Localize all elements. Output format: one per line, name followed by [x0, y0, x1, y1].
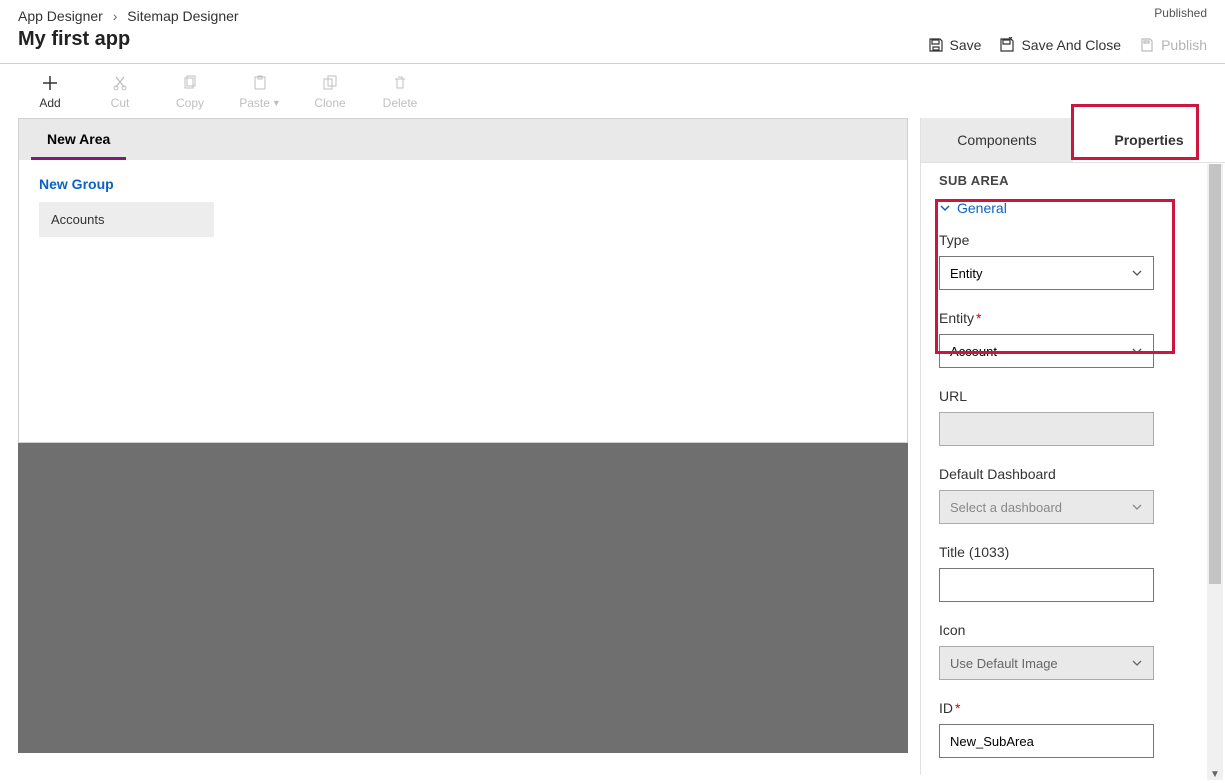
tab-properties[interactable]: Properties	[1073, 118, 1225, 162]
icon-value: Use Default Image	[950, 656, 1058, 671]
scroll-down-icon[interactable]: ▼	[1207, 766, 1223, 782]
toolbar: Add Cut Copy Paste▼ Clone Delete	[0, 64, 1225, 118]
id-input[interactable]	[939, 724, 1154, 758]
entity-value: Account	[950, 344, 997, 359]
panel-title: SUB AREA	[939, 173, 1207, 188]
sitemap-canvas: New Area New Group Accounts	[18, 118, 908, 443]
entity-select[interactable]: Account	[939, 334, 1154, 368]
group-title[interactable]: New Group	[39, 176, 887, 192]
paste-button: Paste▼	[240, 74, 280, 110]
url-label: URL	[939, 388, 1207, 404]
id-label: ID*	[939, 700, 1207, 716]
delete-button: Delete	[380, 74, 420, 110]
chevron-down-icon	[939, 202, 951, 214]
required-marker: *	[976, 310, 981, 326]
copy-icon	[181, 74, 199, 92]
cut-button: Cut	[100, 74, 140, 110]
type-select[interactable]: Entity	[939, 256, 1154, 290]
save-close-icon	[999, 37, 1015, 53]
paste-icon	[251, 74, 269, 92]
type-label: Type	[939, 232, 1207, 248]
add-button[interactable]: Add	[30, 74, 70, 110]
save-button[interactable]: Save	[928, 37, 982, 53]
status-label: Published	[1154, 6, 1207, 20]
main: New Area New Group Accounts Components P…	[0, 118, 1225, 775]
add-label: Add	[39, 96, 60, 110]
field-type: Type Entity	[939, 232, 1207, 290]
clone-label: Clone	[314, 96, 345, 110]
dashboard-select: Select a dashboard	[939, 490, 1154, 524]
area-tab[interactable]: New Area	[31, 119, 126, 160]
entity-label: Entity*	[939, 310, 1207, 326]
title-input[interactable]	[939, 568, 1154, 602]
title-text[interactable]	[950, 578, 1143, 593]
scrollbar-thumb[interactable]	[1209, 164, 1221, 584]
publish-icon	[1139, 37, 1155, 53]
copy-button: Copy	[170, 74, 210, 110]
canvas-empty-area	[18, 443, 908, 753]
paste-label: Paste	[239, 96, 270, 110]
field-url: URL	[939, 388, 1207, 446]
dashboard-label: Default Dashboard	[939, 466, 1207, 482]
cut-label: Cut	[111, 96, 130, 110]
breadcrumb-current: Sitemap Designer	[127, 8, 238, 24]
side-tabs: Components Properties	[921, 118, 1225, 163]
chevron-down-icon: ▼	[272, 98, 281, 108]
breadcrumb-separator-icon: ›	[113, 8, 118, 24]
scissors-icon	[111, 74, 129, 92]
chevron-down-icon	[1131, 267, 1143, 279]
subarea-item[interactable]: Accounts	[39, 202, 214, 237]
area-bar: New Area	[19, 119, 907, 160]
save-close-label: Save And Close	[1021, 37, 1121, 53]
field-icon: Icon Use Default Image	[939, 622, 1207, 680]
url-input	[939, 412, 1154, 446]
paste-label-wrap: Paste▼	[239, 96, 281, 110]
save-and-close-button[interactable]: Save And Close	[999, 37, 1121, 53]
title-label: Title (1033)	[939, 544, 1207, 560]
type-value: Entity	[950, 266, 983, 281]
field-dashboard: Default Dashboard Select a dashboard	[939, 466, 1207, 524]
canvas-body: New Group Accounts	[19, 160, 907, 442]
field-id: ID*	[939, 700, 1207, 758]
delete-label: Delete	[383, 96, 418, 110]
copy-label: Copy	[176, 96, 204, 110]
side-panel: Components Properties SUB AREA General T…	[920, 118, 1225, 775]
breadcrumb-root[interactable]: App Designer	[18, 8, 103, 24]
chevron-down-icon	[1131, 501, 1143, 513]
properties-panel: SUB AREA General Type Entity Entity* Acc…	[921, 163, 1225, 775]
id-text[interactable]	[950, 734, 1143, 749]
save-icon	[928, 37, 944, 53]
header: App Designer › Sitemap Designer My first…	[0, 0, 1225, 64]
plus-icon	[41, 74, 59, 92]
url-text	[950, 422, 1143, 437]
clone-button: Clone	[310, 74, 350, 110]
section-general[interactable]: General	[939, 200, 1207, 216]
scrollbar[interactable]: ▲ ▼	[1207, 164, 1223, 780]
save-label: Save	[950, 37, 982, 53]
field-entity: Entity* Account	[939, 310, 1207, 368]
breadcrumb: App Designer › Sitemap Designer	[18, 8, 1207, 24]
publish-button: Publish	[1139, 37, 1207, 53]
required-marker: *	[955, 700, 960, 716]
icon-label: Icon	[939, 622, 1207, 638]
canvas-column: New Area New Group Accounts	[0, 118, 920, 775]
publish-label: Publish	[1161, 37, 1207, 53]
section-label: General	[957, 200, 1007, 216]
chevron-down-icon	[1131, 345, 1143, 357]
clone-icon	[321, 74, 339, 92]
icon-select[interactable]: Use Default Image	[939, 646, 1154, 680]
tab-components[interactable]: Components	[921, 118, 1073, 162]
header-actions: Save Save And Close Publish	[928, 37, 1207, 53]
trash-icon	[391, 74, 409, 92]
chevron-down-icon	[1131, 657, 1143, 669]
field-title: Title (1033)	[939, 544, 1207, 602]
dashboard-placeholder: Select a dashboard	[950, 500, 1062, 515]
